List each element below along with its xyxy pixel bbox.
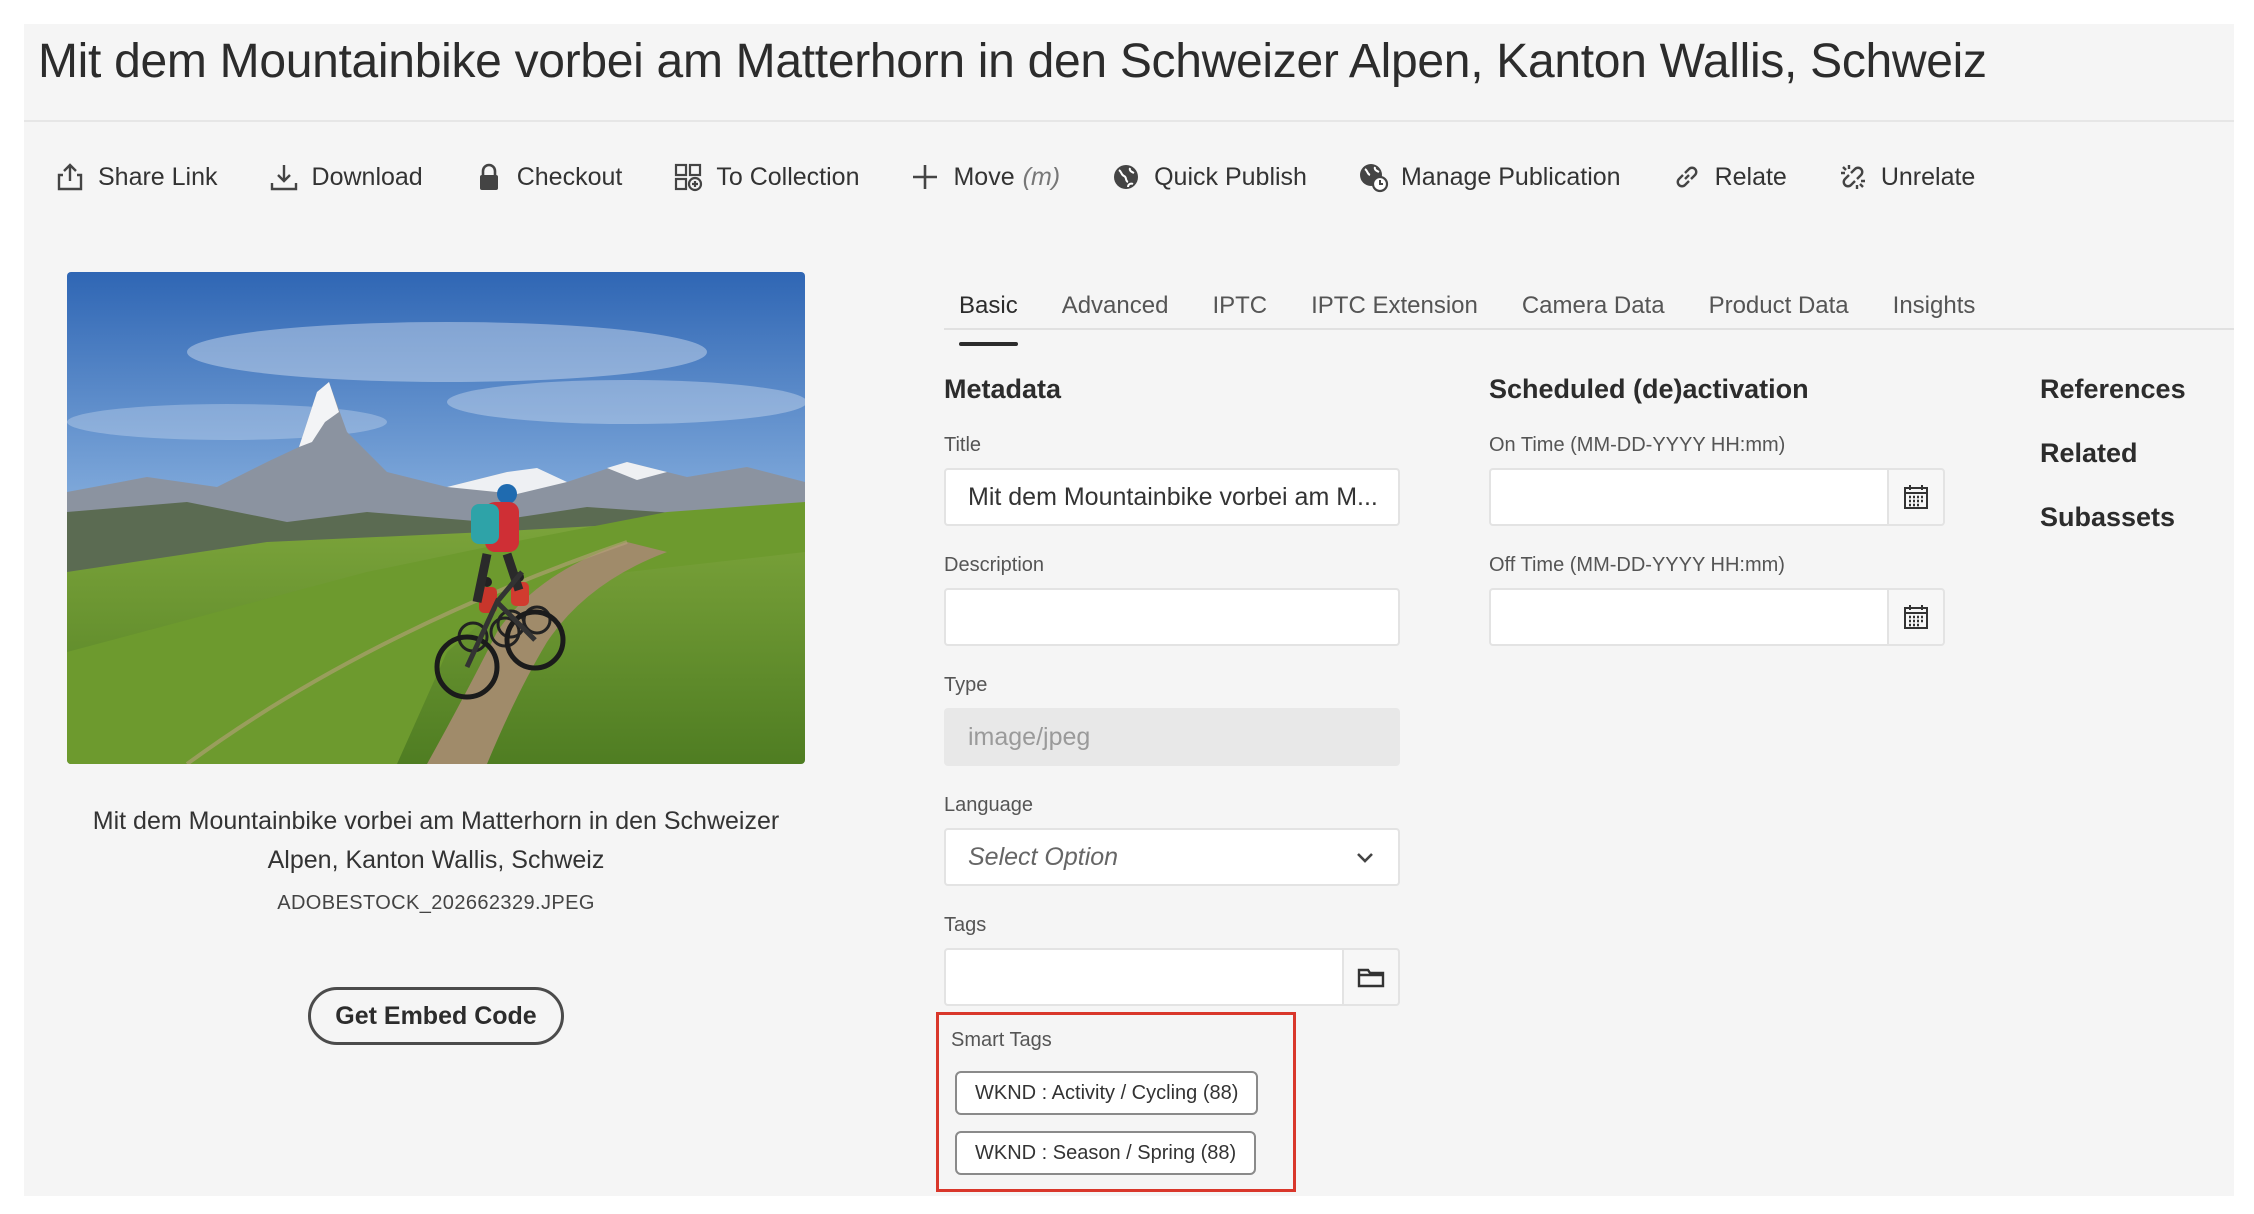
language-select-value: Select Option (968, 842, 1119, 871)
smart-tag-chip[interactable]: WKND : Season / Spring (88) (955, 1131, 1257, 1175)
unrelate-label: Unrelate (1880, 162, 1976, 191)
chevron-down-icon (1357, 853, 1373, 863)
quick-publish-label: Quick Publish (1154, 162, 1307, 191)
get-embed-code-button[interactable]: Get Embed Code (308, 987, 564, 1045)
tags-field-label: Tags (944, 914, 987, 936)
on-time-label: On Time (MM-DD-YYYY HH:mm) (1489, 434, 1786, 456)
description-field-label: Description (944, 554, 1045, 576)
globe-clock-icon (1359, 164, 1389, 193)
unlink-icon (1840, 165, 1865, 189)
relate-label: Relate (1714, 162, 1787, 191)
quick-publish-button[interactable]: Quick Publish (1110, 161, 1307, 193)
to-collection-button[interactable]: To Collection (672, 161, 859, 193)
folder-icon (1357, 968, 1385, 988)
manage-publication-button[interactable]: Manage Publication (1357, 161, 1621, 193)
globe-icon (1114, 165, 1139, 189)
title-divider (24, 120, 2234, 122)
subassets-link[interactable]: Subassets (2040, 502, 2175, 533)
checkout-button[interactable]: Checkout (473, 161, 623, 193)
language-field-label: Language (944, 794, 1033, 816)
checkout-label: Checkout (516, 162, 623, 191)
smart-tags-highlight: Smart Tags WKND : Activity / Cycling (88… (936, 1012, 1296, 1192)
download-icon (270, 165, 297, 191)
on-time-input[interactable] (1489, 468, 1889, 526)
share-icon (57, 163, 83, 191)
asset-preview-image (67, 272, 805, 764)
schedule-heading: Scheduled (de)activation (1489, 374, 1809, 404)
asset-title-caption: Mit dem Mountainbike vorbei am Matterhor… (92, 807, 780, 874)
title-input[interactable]: Mit dem Mountainbike vorbei am M... (944, 468, 1400, 526)
type-field-label: Type (944, 674, 988, 696)
tags-browse-button[interactable] (1342, 948, 1400, 1006)
on-time-calendar-button[interactable] (1887, 468, 1945, 526)
relate-button[interactable]: Relate (1671, 161, 1787, 193)
collection-add-icon (675, 163, 703, 192)
tags-input[interactable] (944, 948, 1344, 1006)
asset-details-page: Mit dem Mountainbike vorbei am Matterhor… (24, 24, 2234, 1196)
tabs-divider (944, 328, 2234, 330)
off-time-calendar-button[interactable] (1887, 588, 1945, 646)
type-readonly-field: image/jpeg (944, 708, 1400, 766)
metadata-heading: Metadata (944, 374, 1062, 404)
download-button[interactable]: Download (268, 161, 423, 193)
lock-icon (479, 163, 498, 190)
download-label: Download (311, 162, 423, 191)
asset-filename: ADOBESTOCK_202662329.JPEG (277, 892, 595, 914)
share-link-button[interactable]: Share Link (54, 161, 218, 193)
link-icon (1676, 166, 1697, 188)
title-field-label: Title (944, 434, 982, 456)
smart-tag-chip[interactable]: WKND : Activity / Cycling (88) (955, 1071, 1259, 1115)
manage-publication-label: Manage Publication (1400, 162, 1621, 191)
metadata-tabs: Basic Advanced IPTC IPTC Extension Camer… (944, 274, 2019, 356)
related-link[interactable]: Related (2040, 438, 2138, 469)
off-time-label: Off Time (MM-DD-YYYY HH:mm) (1489, 554, 1785, 576)
calendar-icon (1904, 485, 1928, 509)
off-time-input[interactable] (1489, 588, 1889, 646)
smart-tags-label: Smart Tags (951, 1029, 1052, 1051)
move-label: Move (953, 162, 1015, 191)
share-link-label: Share Link (98, 162, 218, 191)
page-title: Mit dem Mountainbike vorbei am Matterhor… (38, 35, 1987, 88)
to-collection-label: To Collection (716, 162, 860, 191)
unrelate-button[interactable]: Unrelate (1837, 161, 1976, 193)
references-link[interactable]: References (2040, 374, 2186, 405)
description-input[interactable] (944, 588, 1400, 646)
calendar-icon (1904, 605, 1928, 629)
plus-icon (913, 165, 938, 189)
language-select[interactable]: Select Option (944, 828, 1400, 886)
action-toolbar: Share Link Download Checkout To Collecti… (54, 152, 2025, 202)
move-shortcut-hint: (m) (1022, 162, 1061, 191)
move-button[interactable]: Move (m) (909, 161, 1060, 193)
